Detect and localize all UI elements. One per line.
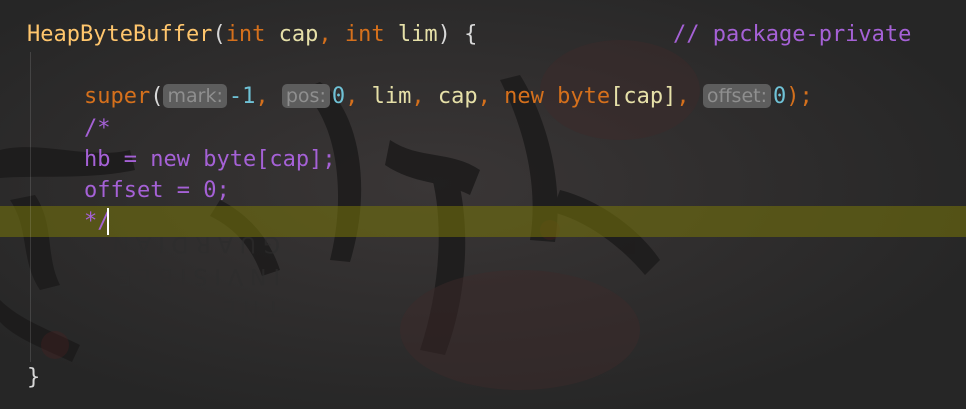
trailing-comment: // package-private <box>673 22 912 47</box>
keyword-byte: byte <box>543 84 611 109</box>
close-paren-semicolon: ); <box>786 84 813 109</box>
code-line-3[interactable]: super(mark: -1, pos: 0, lim, cap, new byte… <box>84 82 813 112</box>
code-editor[interactable]: HeapByteBuffer(int cap, int lim) { // pa… <box>0 0 966 409</box>
indent-guide <box>30 52 31 362</box>
param-lim: lim <box>384 22 438 47</box>
param-cap: cap <box>265 22 319 47</box>
comma: , <box>477 84 505 109</box>
arg-lim: lim <box>371 84 412 109</box>
keyword-int: int <box>344 22 385 47</box>
value-mark: -1 <box>228 84 256 109</box>
keyword-new: new <box>504 84 544 109</box>
constructor-name: HeapByteBuffer <box>27 22 213 47</box>
keyword-int: int <box>225 22 266 47</box>
text-caret <box>107 208 109 235</box>
value-offset: 0 <box>772 84 787 109</box>
comma: , <box>255 84 282 109</box>
paren-open: ( <box>150 84 164 109</box>
param-hint-offset: offset: <box>702 84 771 108</box>
comma: , <box>345 84 372 109</box>
bracket-cap: [cap] <box>610 84 677 109</box>
code-line-1[interactable]: HeapByteBuffer(int cap, int lim) { <box>27 20 477 50</box>
paren-close-brace: ) { <box>437 22 478 47</box>
comma: , <box>676 84 703 109</box>
current-line-highlight <box>0 206 966 237</box>
comma: , <box>318 22 345 47</box>
comment-line[interactable]: /* <box>84 114 111 144</box>
arg-cap: cap <box>437 84 478 109</box>
comment-line[interactable]: hb = new byte[cap]; <box>84 145 336 175</box>
param-hint-mark: mark: <box>163 84 227 108</box>
closing-brace[interactable]: } <box>27 363 40 393</box>
param-hint-pos: pos: <box>281 84 330 108</box>
comment-line[interactable]: offset = 0; <box>84 176 230 206</box>
keyword-super: super <box>84 84 151 109</box>
paren-open: ( <box>212 22 226 47</box>
value-pos: 0 <box>331 84 346 109</box>
comma: , <box>411 84 438 109</box>
